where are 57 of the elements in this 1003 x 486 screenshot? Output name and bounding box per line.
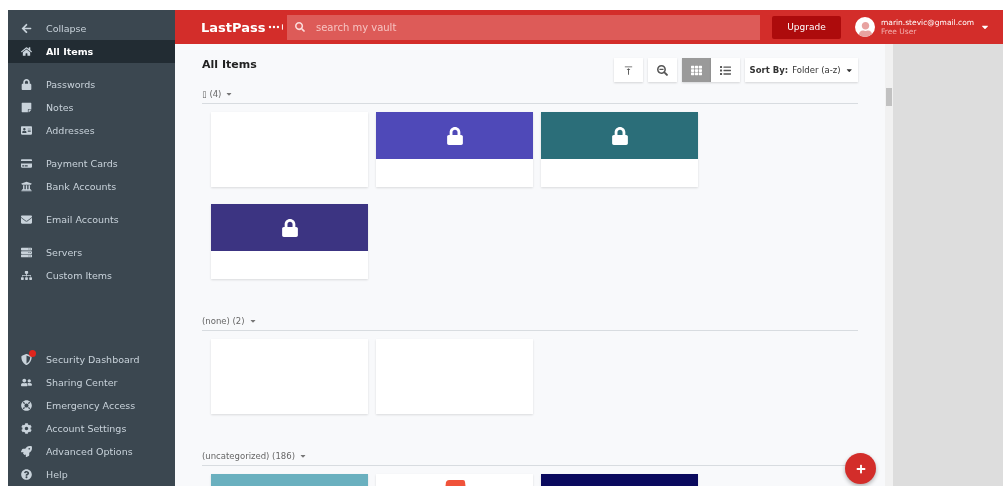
- add-button[interactable]: [845, 453, 876, 484]
- avatar-icon: [855, 17, 875, 37]
- users-icon: [20, 376, 32, 389]
- arrow-left-icon: [20, 22, 32, 35]
- zoom-out-button[interactable]: [647, 58, 677, 82]
- credit-card-icon: [20, 157, 32, 170]
- list-icon: [719, 64, 731, 76]
- envelope-icon: [20, 213, 32, 226]
- sort-dropdown[interactable]: Sort By: Folder (a-z): [744, 58, 858, 82]
- vault-item-card[interactable]: [541, 112, 698, 187]
- lock-icon: [445, 126, 464, 145]
- sidebar-item[interactable]: Addresses: [8, 119, 175, 142]
- search-field[interactable]: search my vault: [287, 14, 760, 40]
- search-icon: [295, 22, 305, 32]
- upgrade-button[interactable]: Upgrade: [772, 15, 841, 39]
- sidebar-item[interactable]: Passwords: [8, 73, 175, 96]
- folder-label[interactable]: (uncategorized) (186): [202, 450, 295, 461]
- server-icon: [20, 246, 32, 259]
- scroll-top-icon: [622, 64, 634, 76]
- vault-item-card[interactable]: [211, 204, 368, 279]
- sidebar-item[interactable]: Servers: [8, 241, 175, 264]
- logo: LastPass: [201, 19, 266, 35]
- plus-icon: [855, 463, 866, 474]
- sidebar-item[interactable]: Advanced Options: [8, 440, 175, 463]
- grid-view-button[interactable]: [681, 58, 711, 82]
- grid-icon: [690, 64, 702, 76]
- sidebar-item[interactable]: Payment Cards: [8, 152, 175, 175]
- folder-label[interactable]: ▯ (4): [202, 88, 222, 99]
- vault-item-card[interactable]: [376, 112, 533, 187]
- lock-icon: [610, 126, 629, 145]
- note-icon: [20, 101, 32, 114]
- help-icon: [20, 468, 32, 481]
- list-view-button[interactable]: [710, 58, 740, 82]
- address-card-icon: [20, 124, 32, 137]
- sidebar-item[interactable]: Custom Items: [8, 264, 175, 287]
- sidebar-item[interactable]: Help: [8, 463, 175, 486]
- hierarchy-icon: [20, 269, 32, 282]
- home-icon: [20, 45, 32, 58]
- sidebar-item[interactable]: Bank Accounts: [8, 175, 175, 198]
- search-input[interactable]: search my vault: [314, 20, 760, 34]
- lock-icon: [20, 78, 32, 91]
- sidebar-item[interactable]: Sharing Center: [8, 371, 175, 394]
- bank-icon: [20, 180, 32, 193]
- folder-label[interactable]: (none) (2): [202, 315, 245, 326]
- sidebar-item[interactable]: Email Accounts: [8, 208, 175, 231]
- sidebar-item[interactable]: Security Dashboard: [8, 348, 175, 371]
- sidebar-item[interactable]: Account Settings: [8, 417, 175, 440]
- lock-icon: [280, 218, 299, 237]
- collapse-button[interactable]: Collapse: [8, 17, 175, 40]
- sidebar-item[interactable]: Emergency Access: [8, 394, 175, 417]
- settings-icon: [20, 422, 32, 435]
- page-title: All Items: [202, 57, 257, 71]
- zoom-out-icon: [656, 64, 668, 76]
- sidebar-item[interactable]: All Items: [8, 40, 175, 63]
- sidebar-item[interactable]: Notes: [8, 96, 175, 119]
- lifebuoy-icon: [20, 399, 32, 412]
- rocket-icon: [20, 445, 32, 458]
